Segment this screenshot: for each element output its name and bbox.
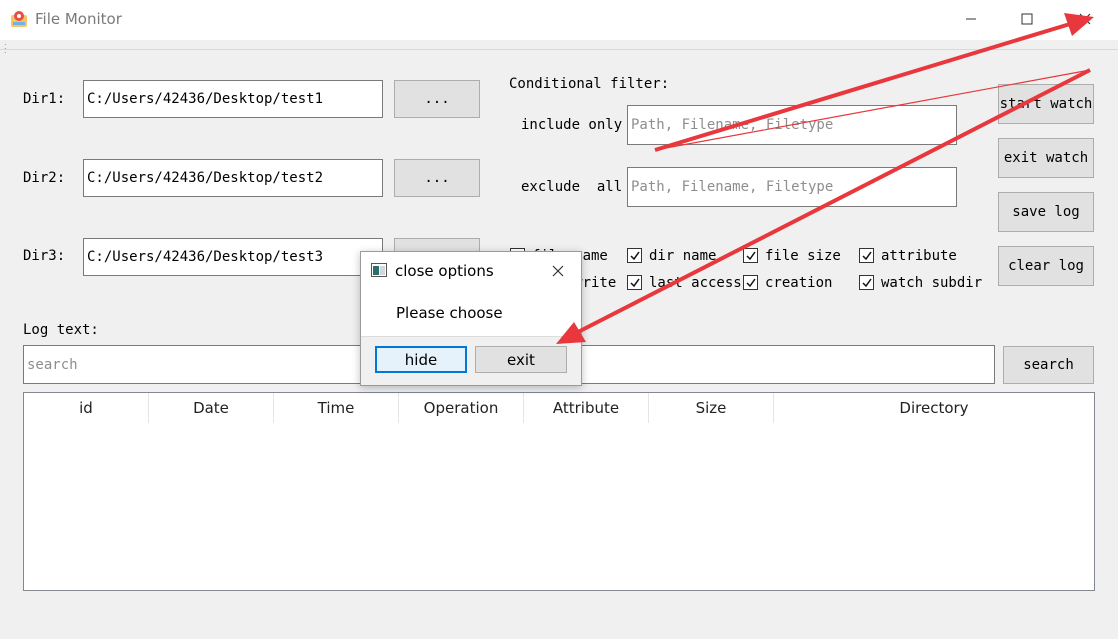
check-icon xyxy=(861,278,872,287)
checkbox-file-size-label: file size xyxy=(765,248,841,264)
log-search-button[interactable]: search xyxy=(1003,346,1094,384)
dialog-close-button[interactable] xyxy=(549,262,567,280)
minimize-icon xyxy=(966,18,976,20)
close-button[interactable] xyxy=(1062,6,1108,32)
log-table[interactable]: id Date Time Operation Attribute Size Di… xyxy=(23,392,1095,591)
dir1-label: Dir1: xyxy=(23,91,66,107)
checkbox-creation[interactable] xyxy=(743,275,758,290)
dir1-browse-button[interactable]: ... xyxy=(394,80,480,118)
checkbox-dir-name[interactable] xyxy=(627,248,642,263)
dialog-hide-button[interactable]: hide xyxy=(375,346,467,373)
dir3-label: Dir3: xyxy=(23,248,66,264)
column-header-directory[interactable]: Directory xyxy=(774,393,1094,423)
window-title: File Monitor xyxy=(35,10,122,28)
checkbox-attribute[interactable] xyxy=(859,248,874,263)
toolbar-grip: ... xyxy=(4,38,7,55)
dialog-title: close options xyxy=(395,262,494,280)
checkbox-creation-label: creation xyxy=(765,275,833,291)
dir3-input[interactable]: C:/Users/42436/Desktop/test3 xyxy=(83,238,383,276)
column-header-time[interactable]: Time xyxy=(274,393,399,423)
maximize-icon xyxy=(1021,13,1033,25)
save-log-button[interactable]: save log xyxy=(998,192,1094,232)
column-header-size[interactable]: Size xyxy=(649,393,774,423)
close-icon xyxy=(552,265,564,277)
maximize-button[interactable] xyxy=(1004,6,1050,32)
app-icon xyxy=(9,9,29,29)
check-icon xyxy=(861,251,872,260)
dialog-message: Please choose xyxy=(396,304,503,322)
exclude-label: exclude all xyxy=(521,179,623,195)
checkbox-file-size[interactable] xyxy=(743,248,758,263)
check-icon xyxy=(629,278,640,287)
dialog-exit-button[interactable]: exit xyxy=(475,346,567,373)
start-watch-button[interactable]: start watch xyxy=(998,84,1094,124)
close-icon xyxy=(1079,13,1091,25)
checkbox-watch-subdir-label: watch subdir xyxy=(881,275,983,291)
exclude-filter-input[interactable]: Path, Filename, Filetype xyxy=(627,167,957,207)
check-icon xyxy=(629,251,640,260)
dir2-browse-button[interactable]: ... xyxy=(394,159,480,197)
dir2-input[interactable]: C:/Users/42436/Desktop/test2 xyxy=(83,159,383,197)
dialog-window-icon xyxy=(371,263,387,277)
include-label: include only xyxy=(521,117,623,133)
checkbox-dir-name-label: dir name xyxy=(649,248,717,264)
checkbox-attribute-label: attribute xyxy=(881,248,957,264)
close-options-dialog: close options Please choose hide exit xyxy=(360,251,582,386)
checkbox-last-access[interactable] xyxy=(627,275,642,290)
checkbox-watch-subdir[interactable] xyxy=(859,275,874,290)
column-header-date[interactable]: Date xyxy=(149,393,274,423)
clear-log-button[interactable]: clear log xyxy=(998,246,1094,286)
column-header-id[interactable]: id xyxy=(24,393,149,423)
include-filter-input[interactable]: Path, Filename, Filetype xyxy=(627,105,957,145)
checkbox-last-access-label: last access xyxy=(649,275,742,291)
column-header-attribute[interactable]: Attribute xyxy=(524,393,649,423)
check-icon xyxy=(745,278,756,287)
minimize-button[interactable] xyxy=(948,6,994,32)
column-header-operation[interactable]: Operation xyxy=(399,393,524,423)
log-label: Log text: xyxy=(23,322,99,338)
exit-watch-button[interactable]: exit watch xyxy=(998,138,1094,178)
dir1-input[interactable]: C:/Users/42436/Desktop/test1 xyxy=(83,80,383,118)
check-icon xyxy=(745,251,756,260)
menubar-divider xyxy=(0,49,1118,50)
filter-title: Conditional filter: xyxy=(509,76,670,92)
dir2-label: Dir2: xyxy=(23,170,66,186)
